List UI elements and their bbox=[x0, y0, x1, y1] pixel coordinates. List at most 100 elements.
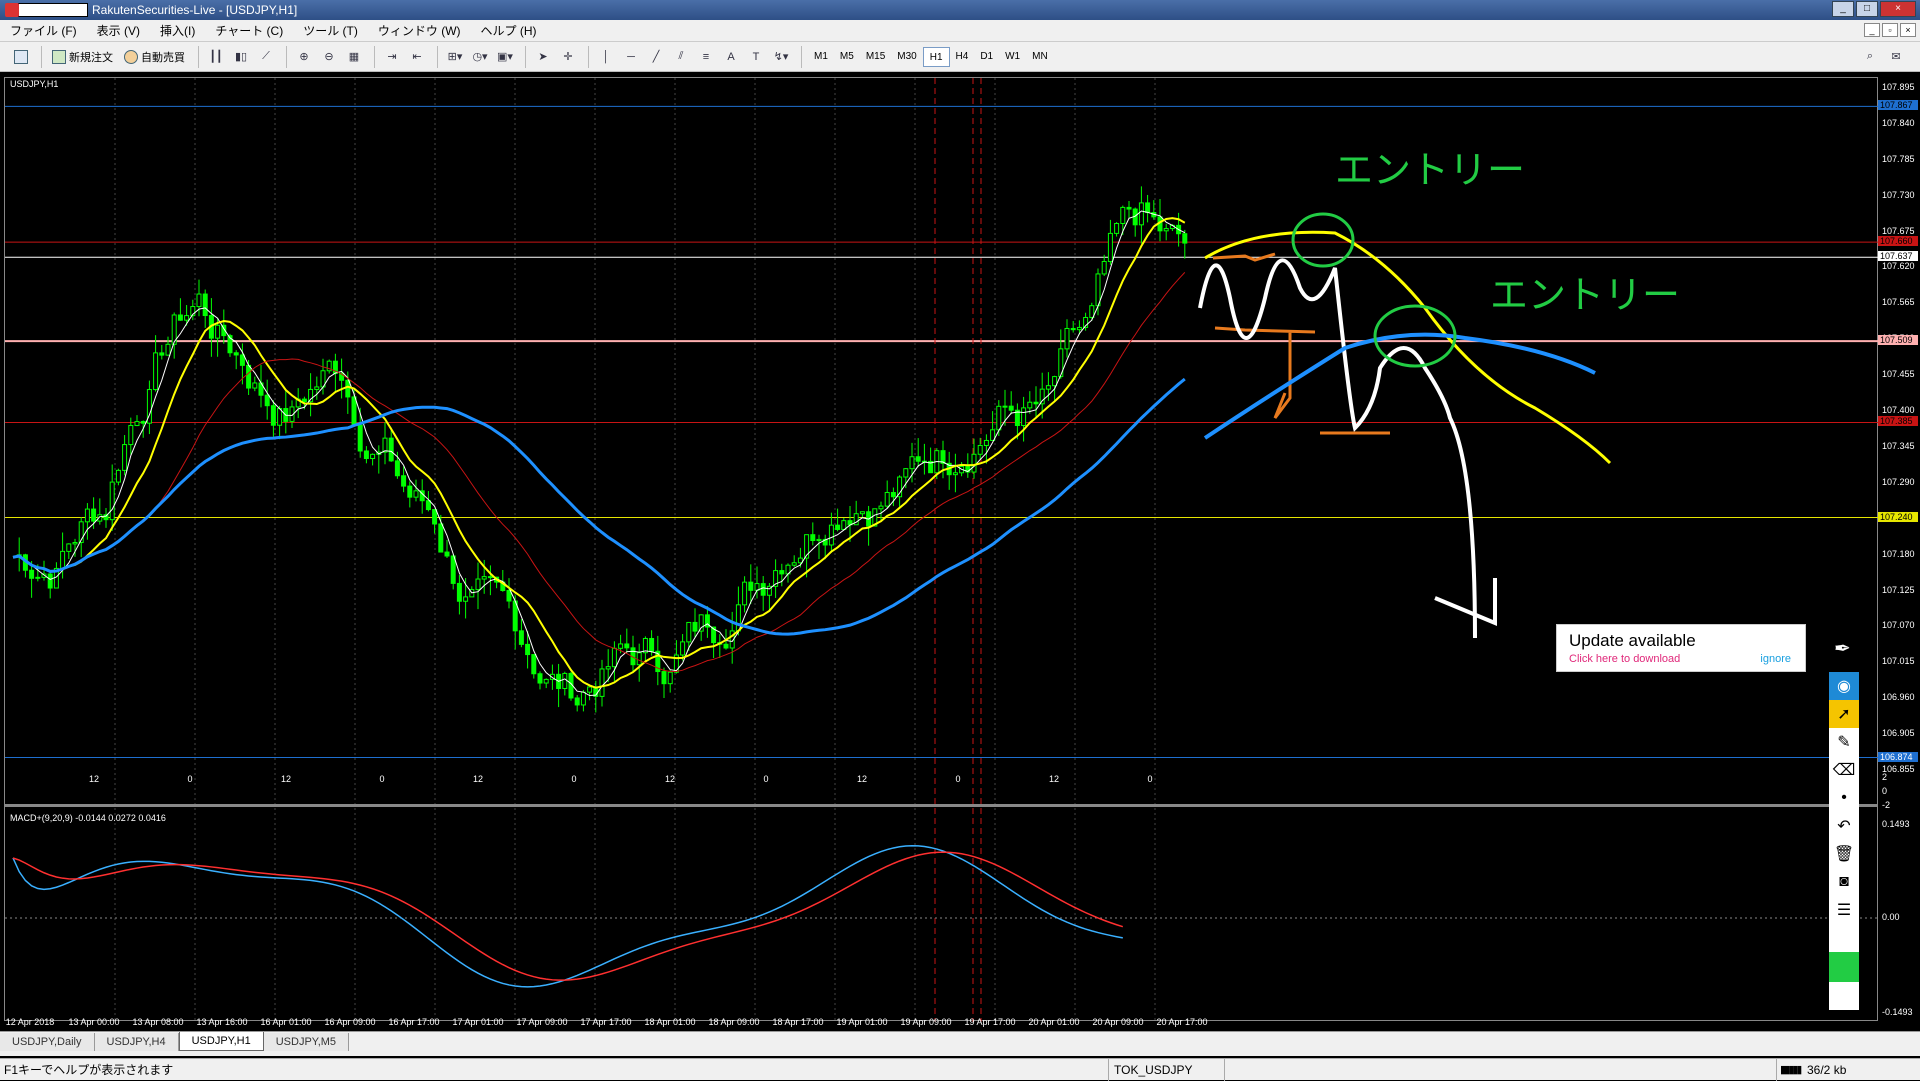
candle-body bbox=[816, 538, 822, 542]
candle-body bbox=[456, 582, 462, 602]
update-popup[interactable]: Update available Click here to download … bbox=[1556, 624, 1806, 672]
tab-usdjpy-daily[interactable]: USDJPY,Daily bbox=[0, 1033, 95, 1051]
new-order-button[interactable]: 新規注文 bbox=[48, 46, 117, 68]
menu-file[interactable]: ファイル (F) bbox=[0, 22, 87, 39]
timeframe-m30[interactable]: M30 bbox=[891, 47, 922, 67]
price-tick-label: 107.345 bbox=[1882, 440, 1915, 451]
cursor-icon[interactable]: ➤ bbox=[532, 46, 554, 68]
candlestick-icon[interactable]: ▮▯ bbox=[230, 46, 252, 68]
pencil-icon[interactable]: ✎ bbox=[1829, 728, 1859, 756]
chat-icon[interactable]: ✉ bbox=[1885, 46, 1907, 68]
mdi-restore-button[interactable]: ▫ bbox=[1882, 23, 1898, 37]
fibonacci-icon[interactable]: ≡ bbox=[695, 46, 717, 68]
brush-size-icon[interactable]: • bbox=[1829, 784, 1859, 812]
candle-body bbox=[388, 437, 394, 462]
tab-usdjpy-h1[interactable]: USDJPY,H1 bbox=[178, 1032, 264, 1051]
mdi-close-button[interactable]: × bbox=[1900, 23, 1916, 37]
candle-body bbox=[611, 647, 617, 668]
price-tick-label: 107.180 bbox=[1882, 548, 1915, 559]
candle-body bbox=[859, 511, 865, 515]
candle-body bbox=[140, 421, 146, 424]
search-icon[interactable]: ⌕ bbox=[1859, 46, 1881, 68]
minimize-button[interactable]: _ bbox=[1832, 1, 1854, 17]
indicators-icon[interactable]: ⊞▾ bbox=[444, 46, 466, 68]
menu-tools[interactable]: ツール (T) bbox=[293, 22, 368, 39]
eraser-icon[interactable]: ⌫ bbox=[1829, 756, 1859, 784]
candle-body bbox=[196, 293, 202, 308]
camera-icon[interactable]: ◙ bbox=[1829, 868, 1859, 896]
menu-window[interactable]: ウィンドウ (W) bbox=[368, 22, 471, 39]
candle-body bbox=[357, 424, 363, 452]
trash-icon[interactable]: 🗑 bbox=[1829, 840, 1859, 868]
arrows-icon[interactable]: ↯▾ bbox=[770, 46, 792, 68]
vertical-line-icon[interactable]: │ bbox=[595, 46, 617, 68]
candle-body bbox=[1033, 401, 1039, 405]
menu-view[interactable]: 表示 (V) bbox=[87, 22, 150, 39]
selected-color-swatch[interactable] bbox=[1829, 952, 1859, 982]
auto-trade-button[interactable]: 自動売買 bbox=[120, 46, 189, 68]
candle-body bbox=[841, 520, 847, 530]
crosshair-icon[interactable]: ✛ bbox=[557, 46, 579, 68]
zoom-out-icon[interactable]: ⊖ bbox=[318, 46, 340, 68]
notes-icon[interactable]: ☰ bbox=[1829, 896, 1859, 924]
profiles-icon[interactable] bbox=[10, 46, 32, 68]
tab-usdjpy-m5[interactable]: USDJPY,M5 bbox=[263, 1033, 350, 1051]
periods-icon[interactable]: ◷▾ bbox=[469, 46, 491, 68]
eye-icon[interactable]: ◉ bbox=[1829, 672, 1859, 700]
candle-body bbox=[184, 315, 190, 321]
autoscroll-icon[interactable]: ⇥ bbox=[381, 46, 403, 68]
price-tick-label: 107.070 bbox=[1882, 620, 1915, 631]
chart-plot-area[interactable]: エントリー エントリー bbox=[4, 77, 1879, 1022]
price-level-badge: 107.660 bbox=[1878, 236, 1918, 247]
trendline-icon[interactable]: ╱ bbox=[645, 46, 667, 68]
horizontal-line-icon[interactable]: ─ bbox=[620, 46, 642, 68]
equidistant-channel-icon[interactable]: ⫽ bbox=[670, 46, 692, 68]
undo-icon[interactable]: ↶ bbox=[1829, 812, 1859, 840]
select-arrow-icon[interactable]: ➚ bbox=[1829, 700, 1859, 728]
macd-label: MACD+(9,20,9) -0.0144 0.0272 0.0416 bbox=[10, 813, 166, 823]
timeframe-m5[interactable]: M5 bbox=[834, 47, 860, 67]
menu-insert[interactable]: 挿入(I) bbox=[150, 22, 205, 39]
timeframe-m1[interactable]: M1 bbox=[808, 47, 834, 67]
timeframe-w1[interactable]: W1 bbox=[999, 47, 1026, 67]
price-tick-label: 106.905 bbox=[1882, 728, 1915, 739]
bar-chart-icon[interactable]: ┃┃ bbox=[205, 46, 227, 68]
templates-icon[interactable]: ▣▾ bbox=[494, 46, 516, 68]
timeframe-h1[interactable]: H1 bbox=[922, 46, 950, 67]
color-palette-icon[interactable] bbox=[1829, 924, 1859, 952]
text-label-icon[interactable]: T bbox=[745, 46, 767, 68]
maximize-button[interactable]: □ bbox=[1856, 1, 1878, 17]
timeframe-d1[interactable]: D1 bbox=[974, 47, 999, 67]
candle-body bbox=[1107, 232, 1113, 262]
download-link[interactable]: Click here to download bbox=[1569, 653, 1680, 665]
price-axis[interactable]: 107.895 107.840 107.785 107.730 107.675 107.6… bbox=[1878, 77, 1920, 1021]
menu-help[interactable]: ヘルプ (H) bbox=[471, 22, 547, 39]
candle-body bbox=[661, 671, 667, 685]
price-tick-label: 107.455 bbox=[1882, 369, 1915, 380]
text-icon[interactable]: A bbox=[720, 46, 742, 68]
tile-windows-icon[interactable]: ▦ bbox=[343, 46, 365, 68]
ignore-link[interactable]: ignore bbox=[1760, 653, 1791, 665]
timeframe-h4[interactable]: H4 bbox=[950, 47, 975, 67]
chart-canvas[interactable]: エントリーエントリー bbox=[5, 78, 1879, 1022]
candle-body bbox=[401, 475, 407, 487]
timeframe-mn[interactable]: MN bbox=[1026, 47, 1054, 67]
chart-window[interactable]: エントリー エントリー USDJPY,H1 MACD+(9,20,9) -0.01… bbox=[0, 73, 1920, 1031]
pen-icon[interactable]: ✒ bbox=[1834, 636, 1851, 661]
menu-chart[interactable]: チャート (C) bbox=[205, 22, 293, 39]
candle-body bbox=[952, 472, 958, 476]
candle-body bbox=[72, 542, 78, 545]
candle-body bbox=[407, 485, 413, 498]
close-button[interactable]: × bbox=[1880, 1, 1916, 17]
drawing-toolbar: ◉ ➚ ✎ ⌫ • ↶ 🗑 ◙ ☰ bbox=[1829, 672, 1859, 1010]
chart-shift-icon[interactable]: ⇤ bbox=[406, 46, 428, 68]
pane-divider[interactable] bbox=[4, 804, 1878, 807]
tab-usdjpy-h4[interactable]: USDJPY,H4 bbox=[94, 1033, 179, 1051]
zoom-in-icon[interactable]: ⊕ bbox=[293, 46, 315, 68]
status-bar: F1キーでヘルプが表示されます TOK_USDJPY ▮▮▮▮▮ 36/2 kb bbox=[0, 1058, 1920, 1081]
mdi-minimize-button[interactable]: _ bbox=[1864, 23, 1880, 37]
candle-body bbox=[115, 469, 121, 483]
candle-body bbox=[1076, 326, 1082, 331]
line-chart-icon[interactable]: ⟋ bbox=[255, 46, 277, 68]
timeframe-m15[interactable]: M15 bbox=[860, 47, 891, 67]
